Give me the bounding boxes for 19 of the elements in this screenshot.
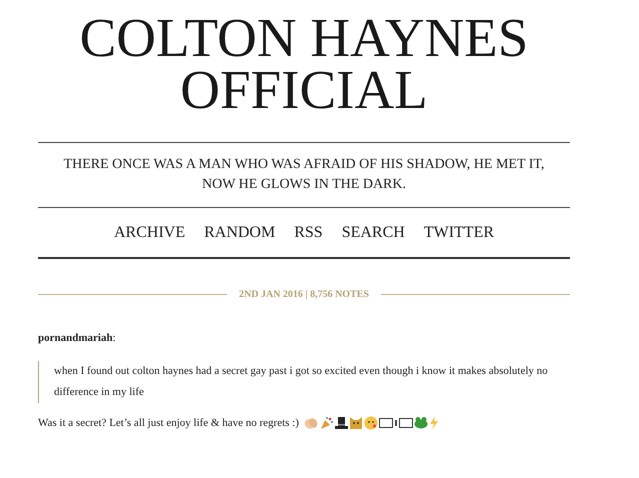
nav-link[interactable]: RANDOM <box>204 222 276 243</box>
nav-link[interactable]: TWITTER <box>424 222 494 243</box>
party-popper-icon <box>320 416 334 430</box>
quote: when I found out colton haynes had a secret gay past i got so excited even though i know it makes absolutely no difference in my life <box>38 360 570 402</box>
nav-link[interactable]: RSS <box>294 222 323 243</box>
cat-face-icon <box>348 416 363 430</box>
nav-link[interactable]: SEARCH <box>342 222 405 243</box>
nav-link[interactable]: ARCHIVE <box>114 222 186 243</box>
blog-title: COLTON HAYNES OFFICIAL <box>78 6 530 122</box>
lightning-icon <box>428 416 439 430</box>
reply-text: Was it a secret? Let’s all just enjoy life & have no regrets :) <box>38 416 299 430</box>
frog-face-icon <box>414 416 428 430</box>
blank-box-icon <box>378 418 393 428</box>
colon: : <box>112 332 116 344</box>
blog-description: THERE ONCE WAS A MAN WHO WAS AFRAID OF HIS SHADOW, HE MET IT, NOW HE GLOWS IN THE DARK. <box>62 156 546 194</box>
top-hat-icon <box>334 416 348 430</box>
source-username[interactable]: pornandmariah <box>38 332 113 344</box>
blank-box-icon <box>398 418 413 428</box>
kissing-face-icon <box>364 416 378 430</box>
